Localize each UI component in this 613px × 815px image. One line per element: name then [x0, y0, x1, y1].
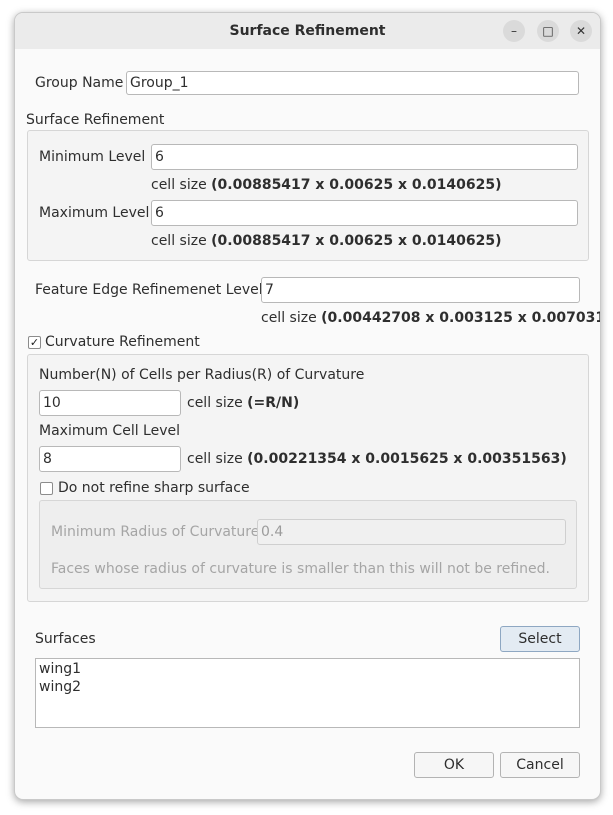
do-not-refine-sharp-label[interactable]: Do not refine sharp surface — [58, 478, 250, 498]
ok-button[interactable]: OK — [414, 752, 494, 778]
minimize-icon[interactable]: – — [503, 20, 525, 42]
minimum-level-input[interactable]: 6 — [151, 144, 578, 170]
sharp-surface-options-group: Minimum Radius of Curvature 0.4 Faces wh… — [39, 500, 577, 589]
minimum-level-cell-size: cell size (0.00885417 x 0.00625 x 0.0140… — [151, 175, 502, 195]
cells-per-radius-cell-size: cell size (=R/N) — [187, 393, 299, 413]
curvature-refinement-label[interactable]: Curvature Refinement — [45, 332, 200, 352]
cell-size-value: (=R/N) — [247, 395, 300, 411]
surface-refinement-heading: Surface Refinement — [26, 112, 165, 128]
cell-size-prefix: cell size — [261, 310, 317, 326]
feature-edge-label: Feature Edge Refinemenet Level — [35, 282, 263, 298]
cell-size-prefix: cell size — [151, 177, 207, 193]
feature-edge-cell-size: cell size (0.00442708 x 0.003125 x 0.007… — [261, 308, 601, 328]
surface-list-item[interactable]: wing2 — [36, 678, 579, 696]
feature-edge-input[interactable]: 7 — [261, 277, 580, 303]
cell-size-prefix: cell size — [187, 395, 243, 411]
do-not-refine-sharp-checkbox[interactable] — [40, 482, 53, 495]
cell-size-value: (0.00221354 x 0.0015625 x 0.00351563) — [247, 451, 567, 467]
cells-per-radius-label: Number(N) of Cells per Radius(R) of Curv… — [39, 367, 365, 383]
select-surfaces-button[interactable]: Select — [500, 626, 580, 652]
maximize-icon[interactable]: □ — [537, 20, 559, 42]
surfaces-label: Surfaces — [35, 631, 96, 647]
minimum-radius-label: Minimum Radius of Curvature — [51, 524, 260, 540]
cell-size-prefix: cell size — [187, 451, 243, 467]
cell-size-value: (0.00885417 x 0.00625 x 0.0140625) — [211, 233, 502, 249]
surface-refinement-group: Minimum Level 6 cell size (0.00885417 x … — [27, 130, 589, 261]
maximum-cell-level-input[interactable]: 8 — [39, 446, 181, 472]
surface-refinement-dialog: Surface Refinement – □ ✕ Group Name Grou… — [14, 12, 601, 800]
maximum-level-cell-size: cell size (0.00885417 x 0.00625 x 0.0140… — [151, 231, 502, 251]
close-icon[interactable]: ✕ — [570, 20, 592, 42]
maximum-cell-level-cell-size: cell size (0.00221354 x 0.0015625 x 0.00… — [187, 449, 567, 469]
cancel-button[interactable]: Cancel — [500, 752, 580, 778]
minimum-radius-note: Faces whose radius of curvature is small… — [51, 561, 550, 577]
maximum-cell-level-label: Maximum Cell Level — [39, 423, 181, 439]
cells-per-radius-input[interactable]: 10 — [39, 390, 181, 416]
surfaces-list[interactable]: wing1 wing2 — [35, 658, 580, 728]
maximum-level-input[interactable]: 6 — [151, 200, 578, 226]
minimum-radius-input: 0.4 — [257, 519, 566, 545]
maximum-level-label: Maximum Level — [39, 205, 150, 221]
minimum-level-label: Minimum Level — [39, 149, 146, 165]
cell-size-value: (0.00885417 x 0.00625 x 0.0140625) — [211, 177, 502, 193]
curvature-refinement-checkbox[interactable]: ✓ — [28, 336, 41, 349]
cell-size-value: (0.00442708 x 0.003125 x 0.00703125) — [321, 310, 601, 326]
cell-size-prefix: cell size — [151, 233, 207, 249]
surface-list-item[interactable]: wing1 — [36, 660, 579, 678]
curvature-refinement-group: Number(N) of Cells per Radius(R) of Curv… — [27, 354, 589, 602]
group-name-label: Group Name — [35, 75, 124, 91]
title-bar[interactable]: Surface Refinement – □ ✕ — [15, 13, 600, 49]
group-name-input[interactable]: Group_1 — [126, 71, 579, 95]
